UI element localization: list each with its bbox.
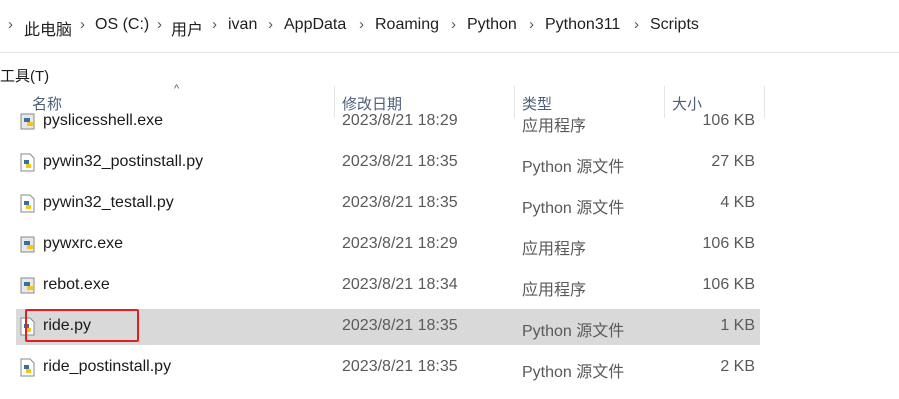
py-file-icon bbox=[20, 358, 35, 377]
chevron-right-icon[interactable]: › bbox=[634, 16, 639, 33]
exe-python-icon bbox=[20, 277, 35, 294]
exe-python-icon bbox=[20, 236, 35, 253]
file-type: Python 源文件 bbox=[522, 323, 625, 340]
file-name: rebot.exe bbox=[43, 276, 110, 293]
file-row[interactable]: pywin32_postinstall.py 2023/8/21 18:35 P… bbox=[16, 145, 760, 181]
chevron-right-icon: › bbox=[8, 16, 13, 33]
file-type: 应用程序 bbox=[522, 118, 587, 135]
py-file-icon bbox=[20, 153, 35, 172]
breadcrumb-item-python[interactable]: Python bbox=[467, 16, 517, 34]
file-size: 4 KB bbox=[720, 194, 755, 211]
column-header-name[interactable]: 名称 bbox=[32, 93, 62, 114]
file-name: pywin32_postinstall.py bbox=[43, 153, 204, 170]
menu-tools[interactable]: 工具(T) bbox=[0, 65, 49, 86]
file-size: 27 KB bbox=[711, 153, 755, 170]
breadcrumb-item-drive[interactable]: OS (C:) bbox=[95, 16, 149, 34]
column-header-size[interactable]: 大小 bbox=[672, 93, 702, 114]
sort-ascending-icon: ^ bbox=[174, 83, 180, 95]
chevron-right-icon[interactable]: › bbox=[268, 16, 273, 33]
file-modified: 2023/8/21 18:34 bbox=[342, 276, 458, 293]
chevron-right-icon[interactable]: › bbox=[359, 16, 364, 33]
file-size: 2 KB bbox=[720, 358, 755, 375]
file-modified: 2023/8/21 18:35 bbox=[342, 194, 458, 211]
file-list: pyslicesshell.exe 2023/8/21 18:29 应用程序 1… bbox=[0, 112, 899, 399]
file-name: pywxrc.exe bbox=[43, 235, 124, 252]
chevron-right-icon[interactable]: › bbox=[451, 16, 456, 33]
menu-bar: 工具(T) bbox=[0, 62, 899, 86]
file-type: Python 源文件 bbox=[522, 200, 625, 217]
breadcrumb-item-users[interactable]: 用户 bbox=[171, 16, 203, 40]
file-row[interactable]: ride_postinstall.py 2023/8/21 18:35 Pyth… bbox=[16, 350, 760, 386]
file-type: 应用程序 bbox=[522, 282, 587, 299]
breadcrumb-item-python311[interactable]: Python311 bbox=[545, 16, 620, 34]
breadcrumb-item-appdata[interactable]: AppData bbox=[284, 16, 346, 34]
file-row[interactable]: pywxrc.exe 2023/8/21 18:29 应用程序 106 KB bbox=[16, 227, 760, 263]
exe-python-icon bbox=[20, 113, 35, 130]
file-row[interactable]: pyslicesshell.exe 2023/8/21 18:29 应用程序 1… bbox=[16, 112, 760, 140]
py-file-icon bbox=[20, 194, 35, 213]
annotation-highlight-box bbox=[25, 309, 139, 342]
file-type: Python 源文件 bbox=[522, 159, 625, 176]
address-breadcrumb: › 此电脑 › OS (C:) › 用户 › ivan › AppData › … bbox=[0, 0, 899, 52]
file-modified: 2023/8/21 18:29 bbox=[342, 235, 458, 252]
file-name: pyslicesshell.exe bbox=[43, 112, 164, 129]
file-modified: 2023/8/21 18:35 bbox=[342, 153, 458, 170]
file-modified: 2023/8/21 18:35 bbox=[342, 358, 458, 375]
chevron-right-icon[interactable]: › bbox=[212, 16, 217, 33]
breadcrumb-item-user[interactable]: ivan bbox=[228, 16, 257, 34]
file-modified: 2023/8/21 18:35 bbox=[342, 317, 458, 334]
file-size: 1 KB bbox=[720, 317, 755, 334]
file-modified: 2023/8/21 18:29 bbox=[342, 112, 458, 129]
file-name: ride_postinstall.py bbox=[43, 358, 172, 375]
breadcrumb-item-roaming[interactable]: Roaming bbox=[375, 16, 439, 34]
file-size: 106 KB bbox=[702, 235, 755, 252]
chevron-right-icon[interactable]: › bbox=[80, 16, 85, 33]
file-name: pywin32_testall.py bbox=[43, 194, 174, 211]
file-row[interactable]: pywin32_testall.py 2023/8/21 18:35 Pytho… bbox=[16, 186, 760, 222]
chevron-right-icon[interactable]: › bbox=[157, 16, 162, 33]
breadcrumb-item-scripts[interactable]: Scripts bbox=[650, 16, 699, 34]
file-size: 106 KB bbox=[702, 112, 755, 129]
column-header-type[interactable]: 类型 bbox=[522, 93, 552, 114]
file-row[interactable]: rebot.exe 2023/8/21 18:34 应用程序 106 KB bbox=[16, 268, 760, 304]
divider bbox=[0, 52, 899, 53]
file-type: 应用程序 bbox=[522, 241, 587, 258]
chevron-right-icon[interactable]: › bbox=[529, 16, 534, 33]
file-size: 106 KB bbox=[702, 276, 755, 293]
file-type: Python 源文件 bbox=[522, 364, 625, 381]
column-header-modified[interactable]: 修改日期 bbox=[342, 93, 402, 114]
breadcrumb-item-this-pc[interactable]: 此电脑 bbox=[24, 16, 72, 40]
